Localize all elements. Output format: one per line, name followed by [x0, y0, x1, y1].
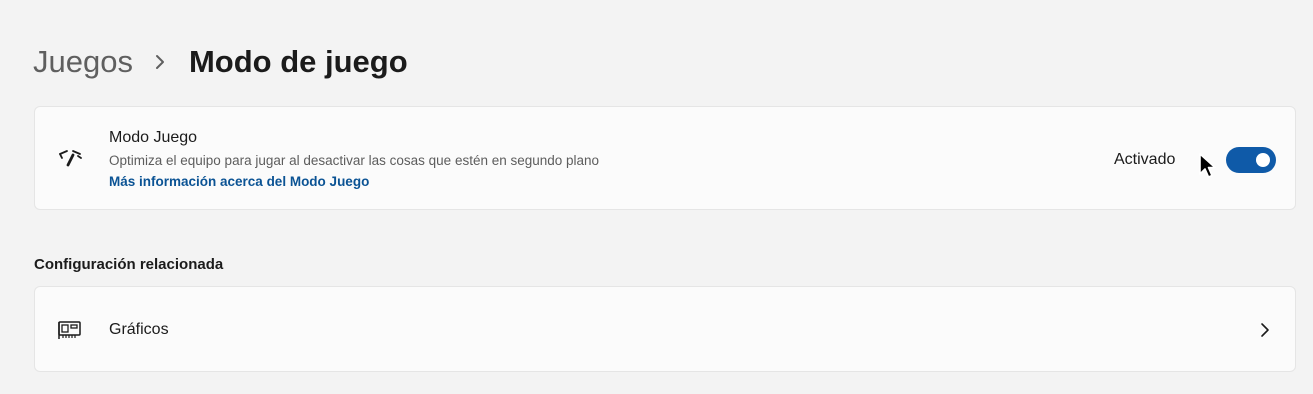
breadcrumb-parent-juegos[interactable]: Juegos	[33, 44, 133, 80]
chevron-right-icon	[1257, 320, 1273, 340]
toggle-state-label: Activado	[1114, 151, 1176, 168]
page-title: Modo de juego	[188, 44, 408, 79]
game-mode-description: Optimiza el equipo para jugar al desacti…	[109, 153, 600, 168]
graphics-label: Gráficos	[109, 321, 169, 338]
graphics-settings-row[interactable]: Gráficos	[34, 286, 1296, 372]
game-mode-toggle[interactable]	[1226, 147, 1276, 173]
toggle-knob	[1256, 153, 1270, 167]
chevron-right-icon	[155, 54, 165, 70]
game-mode-card: Modo Juego Optimiza el equipo para jugar…	[34, 106, 1296, 210]
graphics-card-icon	[57, 317, 83, 343]
game-mode-title: Modo Juego	[109, 129, 198, 146]
learn-more-link[interactable]: Más información acerca del Modo Juego	[109, 172, 599, 192]
related-settings-heading: Configuración relacionada	[34, 256, 224, 273]
game-mode-text: Modo Juego Optimiza el equipo para jugar…	[109, 127, 599, 192]
breadcrumb: Juegos Modo de juego	[33, 38, 408, 86]
mouse-cursor-icon	[1199, 153, 1216, 178]
speedometer-icon	[57, 145, 83, 171]
